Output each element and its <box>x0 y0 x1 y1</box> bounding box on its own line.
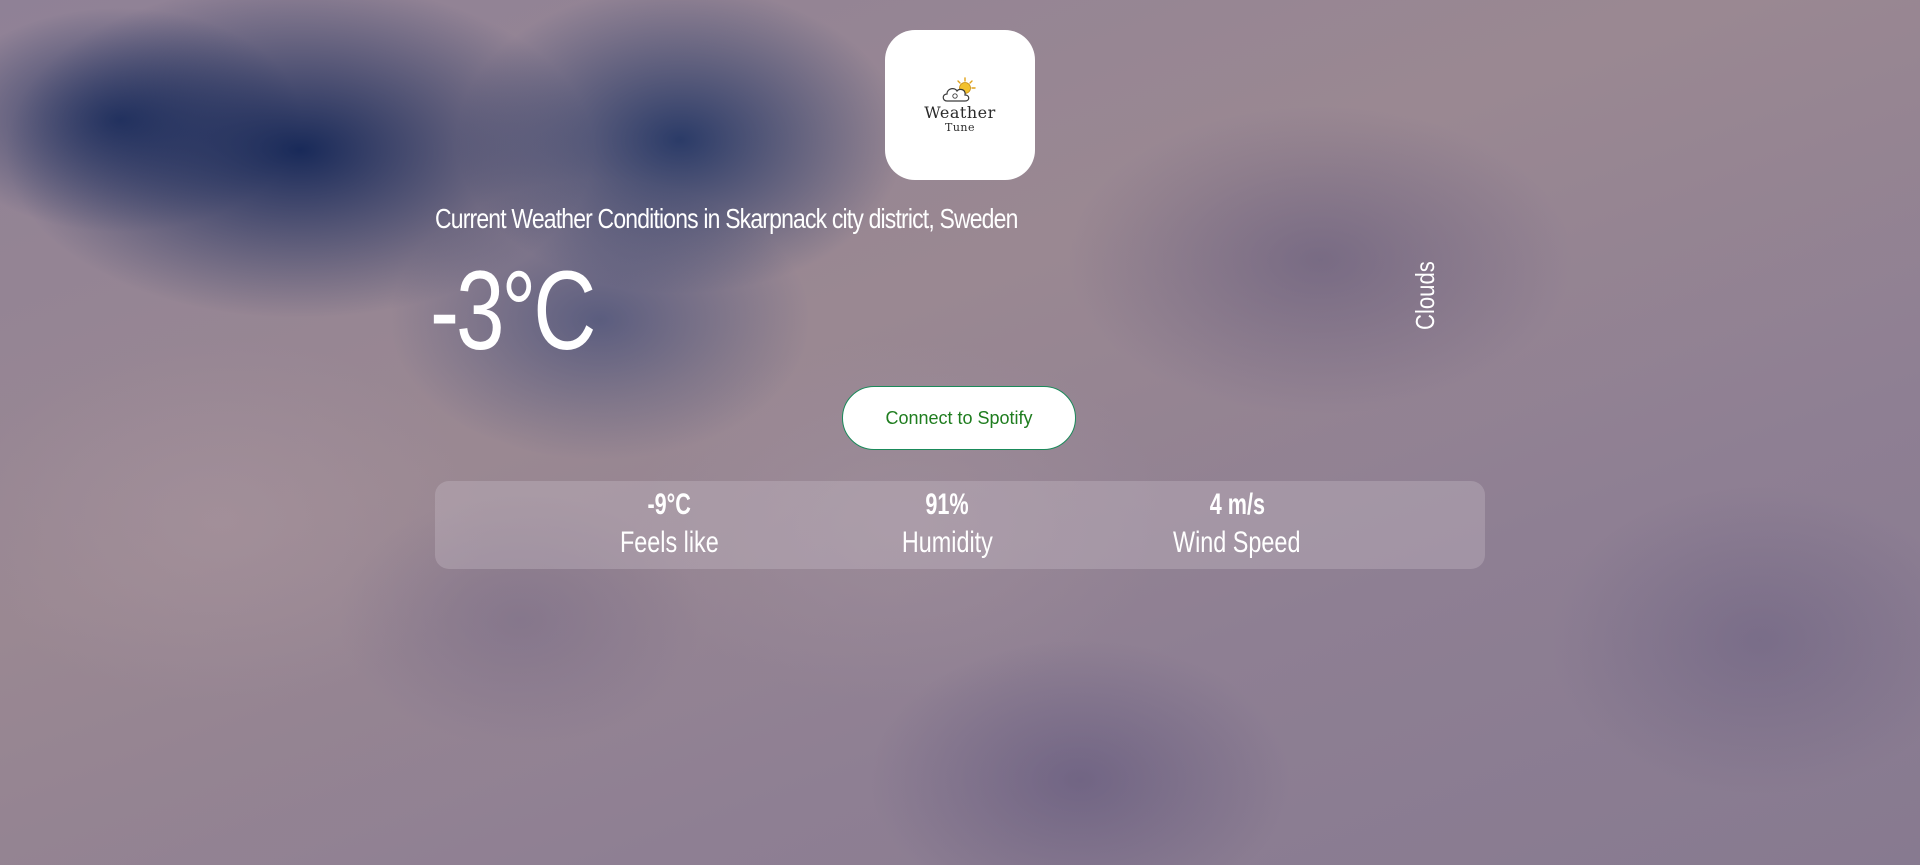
logo-name: Weather <box>924 102 996 122</box>
stat-wind-speed: 4 m/s Wind Speed <box>1137 487 1337 563</box>
stat-feels-like: -9°C Feels like <box>569 487 769 563</box>
location-title: Current Weather Conditions in Skarpnack … <box>435 203 1018 234</box>
weather-condition: Clouds <box>1410 261 1440 330</box>
stat-label: Wind Speed <box>1173 526 1301 559</box>
stat-label: Humidity <box>901 526 993 559</box>
stat-value: 91% <box>925 488 969 521</box>
app-logo: Weather Tune <box>885 30 1035 180</box>
stat-humidity: 91% Humidity <box>847 487 1047 563</box>
cloud-sun-icon <box>942 76 976 102</box>
stat-value: 4 m/s <box>1209 488 1265 521</box>
current-temperature: -3°C <box>430 248 596 373</box>
stat-value: -9°C <box>647 488 691 521</box>
stat-label: Feels like <box>619 526 719 559</box>
connect-spotify-button[interactable]: Connect to Spotify <box>842 386 1076 450</box>
weather-stats-panel: -9°C Feels like 91% Humidity 4 m/s Wind … <box>435 481 1485 569</box>
logo-tagline: Tune <box>944 120 975 134</box>
